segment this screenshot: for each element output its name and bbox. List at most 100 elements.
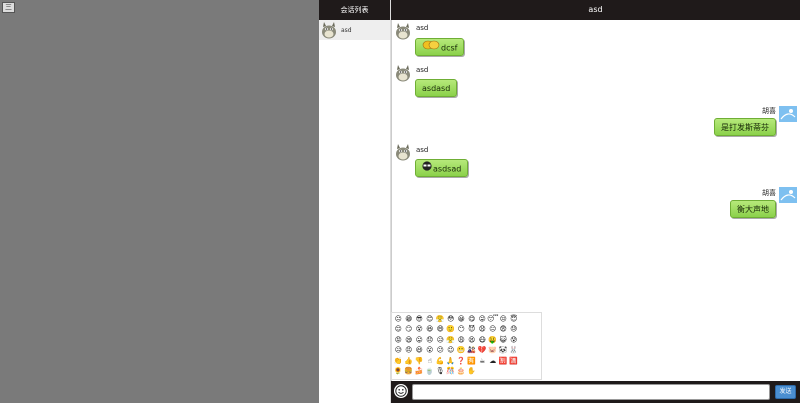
message-text: asdsad	[433, 164, 462, 174]
emoji-icon[interactable]: 🌻	[393, 367, 404, 378]
emoji-icon[interactable]: 👎	[414, 356, 425, 367]
chat-message: 胡喜 是打发斯蒂芬	[700, 106, 798, 140]
totoro-avatar-icon	[394, 22, 412, 40]
emoji-icon[interactable]: 🍵	[425, 367, 436, 378]
emoji-icon[interactable]: ☝	[425, 356, 436, 367]
sunglasses-emoji-icon	[422, 160, 432, 178]
message-bubble: asdsad	[415, 159, 469, 178]
emoji-icon[interactable]: 😓	[509, 325, 520, 336]
send-button[interactable]: 发送	[775, 385, 796, 399]
emoji-icon[interactable]: 😮	[425, 346, 436, 357]
message-text: dcsf	[441, 43, 458, 53]
totoro-avatar-icon	[320, 21, 338, 39]
emoji-row: 🌻 🍔 🍰 🍵 🎙 🎊 🎂 ✋	[393, 367, 540, 378]
emoji-icon[interactable]: 😐	[393, 314, 404, 325]
emoji-row: 😡 😪 😛 😞 😥 😤 😩 😫 😷 🤑 😺 😰	[393, 335, 540, 346]
emoji-icon[interactable]: 😡	[393, 335, 404, 346]
emoji-icon[interactable]: 💪	[435, 356, 446, 367]
emoji-icon[interactable]: ☕	[477, 356, 488, 367]
message-text: 衡大声地	[737, 205, 769, 214]
emoji-icon[interactable]: 😪	[404, 335, 415, 346]
blue-avatar-icon	[779, 106, 797, 122]
emoji-icon[interactable]: 🐷	[488, 346, 499, 357]
emoji-icon[interactable]: 😧	[477, 325, 488, 336]
emoji-icon[interactable]: 🎎	[467, 346, 478, 357]
message-input-bar: 发送	[391, 381, 800, 403]
emoji-icon[interactable]: 😈	[467, 325, 478, 336]
emoji-icon[interactable]: 😉	[446, 346, 457, 357]
emoji-icon[interactable]: 🐰	[509, 346, 520, 357]
emoji-icon[interactable]: 😒	[498, 314, 509, 325]
emoji-icon[interactable]: 😰	[509, 335, 520, 346]
message-bubble: asdasd	[415, 79, 458, 97]
emoji-icon[interactable]: 😠	[404, 346, 415, 357]
emoji-icon[interactable]: 🈶	[467, 356, 478, 367]
emoji-icon[interactable]: 😇	[509, 314, 520, 325]
message-sender: asd	[416, 24, 429, 32]
message-bubble: 是打发斯蒂芬	[714, 118, 776, 136]
emoji-icon[interactable]: 🐼	[498, 346, 509, 357]
emoji-icon[interactable]: 😆	[425, 325, 436, 336]
emoji-icon[interactable]: 😁	[404, 314, 415, 325]
emoji-icon[interactable]: 🙂	[446, 325, 457, 336]
message-bubble: 衡大声地	[730, 200, 776, 218]
emoji-icon[interactable]: 😤	[446, 335, 457, 346]
emoji-icon[interactable]: 😏	[404, 325, 415, 336]
emoji-icon[interactable]: 🙏	[446, 356, 457, 367]
emoji-icon[interactable]: 😕	[435, 346, 446, 357]
emoji-icon[interactable]: 😑	[488, 325, 499, 336]
chat-title: asd	[391, 0, 800, 20]
emoji-icon[interactable]: 😩	[456, 335, 467, 346]
emoji-icon[interactable]: 😶	[456, 325, 467, 336]
emoji-icon[interactable]: 🍔	[404, 367, 415, 378]
emoji-icon[interactable]: 👍	[404, 356, 415, 367]
emoji-icon[interactable]: 😨	[498, 325, 509, 336]
emoji-icon[interactable]: 😴	[487, 314, 498, 325]
emoji-icon[interactable]: 😃	[414, 346, 425, 357]
menu-toggle-button[interactable]: 三	[2, 2, 15, 13]
emoji-icon[interactable]: 🎙	[435, 367, 446, 378]
emoji-icon[interactable]: 😷	[477, 335, 488, 346]
emoji-icon[interactable]: 😥	[393, 346, 404, 357]
emoji-icon[interactable]: 😤	[435, 314, 446, 325]
emoji-icon[interactable]: 😺	[498, 335, 509, 346]
emoji-row: 😐 😁 😎 😊 😤 😳 😀 😋 😜 😴 😒 😇	[393, 314, 540, 325]
emoji-icon[interactable]: ❓	[456, 356, 467, 367]
message-sender: asd	[416, 66, 429, 74]
emoji-icon[interactable]: 😌	[393, 325, 404, 336]
emoji-icon[interactable]: 😳	[446, 314, 457, 325]
left-blank-pane: 三	[0, 0, 319, 403]
emoji-icon[interactable]: 🍰	[414, 367, 425, 378]
emoji-icon[interactable]: 😬	[456, 346, 467, 357]
emoji-icon[interactable]: 😎	[414, 314, 425, 325]
emoji-toggle-icon[interactable]	[394, 384, 408, 398]
emoji-icon[interactable]: 🈵	[509, 356, 520, 367]
conversation-item[interactable]: asd	[319, 20, 390, 40]
message-bubble: dcsf	[415, 38, 465, 57]
emoji-icon[interactable]: 🈹	[498, 356, 509, 367]
emoji-icon[interactable]: 👏	[393, 356, 404, 367]
emoji-icon[interactable]: 😵	[414, 325, 425, 336]
emoji-icon[interactable]: 😞	[425, 335, 436, 346]
emoji-icon[interactable]: ☁	[488, 356, 499, 367]
emoji-icon[interactable]: 😄	[435, 325, 446, 336]
emoji-grid: 😐 😁 😎 😊 😤 😳 😀 😋 😜 😴 😒 😇 😌 😏 😵 😆 😄 🙂 😶 😈 😧 😑 😨 😓 😡 😪 😛 😞 😥 😤 😩 😫 😷 🤑 😺 😰 😥 😠 😃 😮…	[393, 314, 540, 377]
emoji-icon[interactable]: 🤑	[488, 335, 499, 346]
emoji-icon[interactable]: 😛	[414, 335, 425, 346]
emoji-icon[interactable]: ✋	[467, 367, 478, 378]
emoji-icon[interactable]: 😋	[467, 314, 478, 325]
emoji-icon[interactable]: 😀	[456, 314, 467, 325]
totoro-avatar-icon	[394, 64, 412, 82]
emoji-icon[interactable]: 😥	[435, 335, 446, 346]
emoji-icon[interactable]: 🎊	[446, 367, 457, 378]
emoji-row: 😌 😏 😵 😆 😄 🙂 😶 😈 😧 😑 😨 😓	[393, 325, 540, 336]
message-input[interactable]	[412, 384, 770, 400]
emoji-icon[interactable]: 😫	[467, 335, 478, 346]
emoji-row: 👏 👍 👎 ☝ 💪 🙏 ❓ 🈶 ☕ ☁ 🈹 🈵	[393, 356, 540, 367]
message-sender: 胡喜	[762, 107, 776, 115]
emoji-icon[interactable]: 💔	[477, 346, 488, 357]
emoji-icon[interactable]: 🎂	[456, 367, 467, 378]
emoji-icon[interactable]: 😊	[425, 314, 436, 325]
handshake-emoji-icon	[422, 39, 440, 57]
emoji-icon[interactable]: 😜	[477, 314, 488, 325]
